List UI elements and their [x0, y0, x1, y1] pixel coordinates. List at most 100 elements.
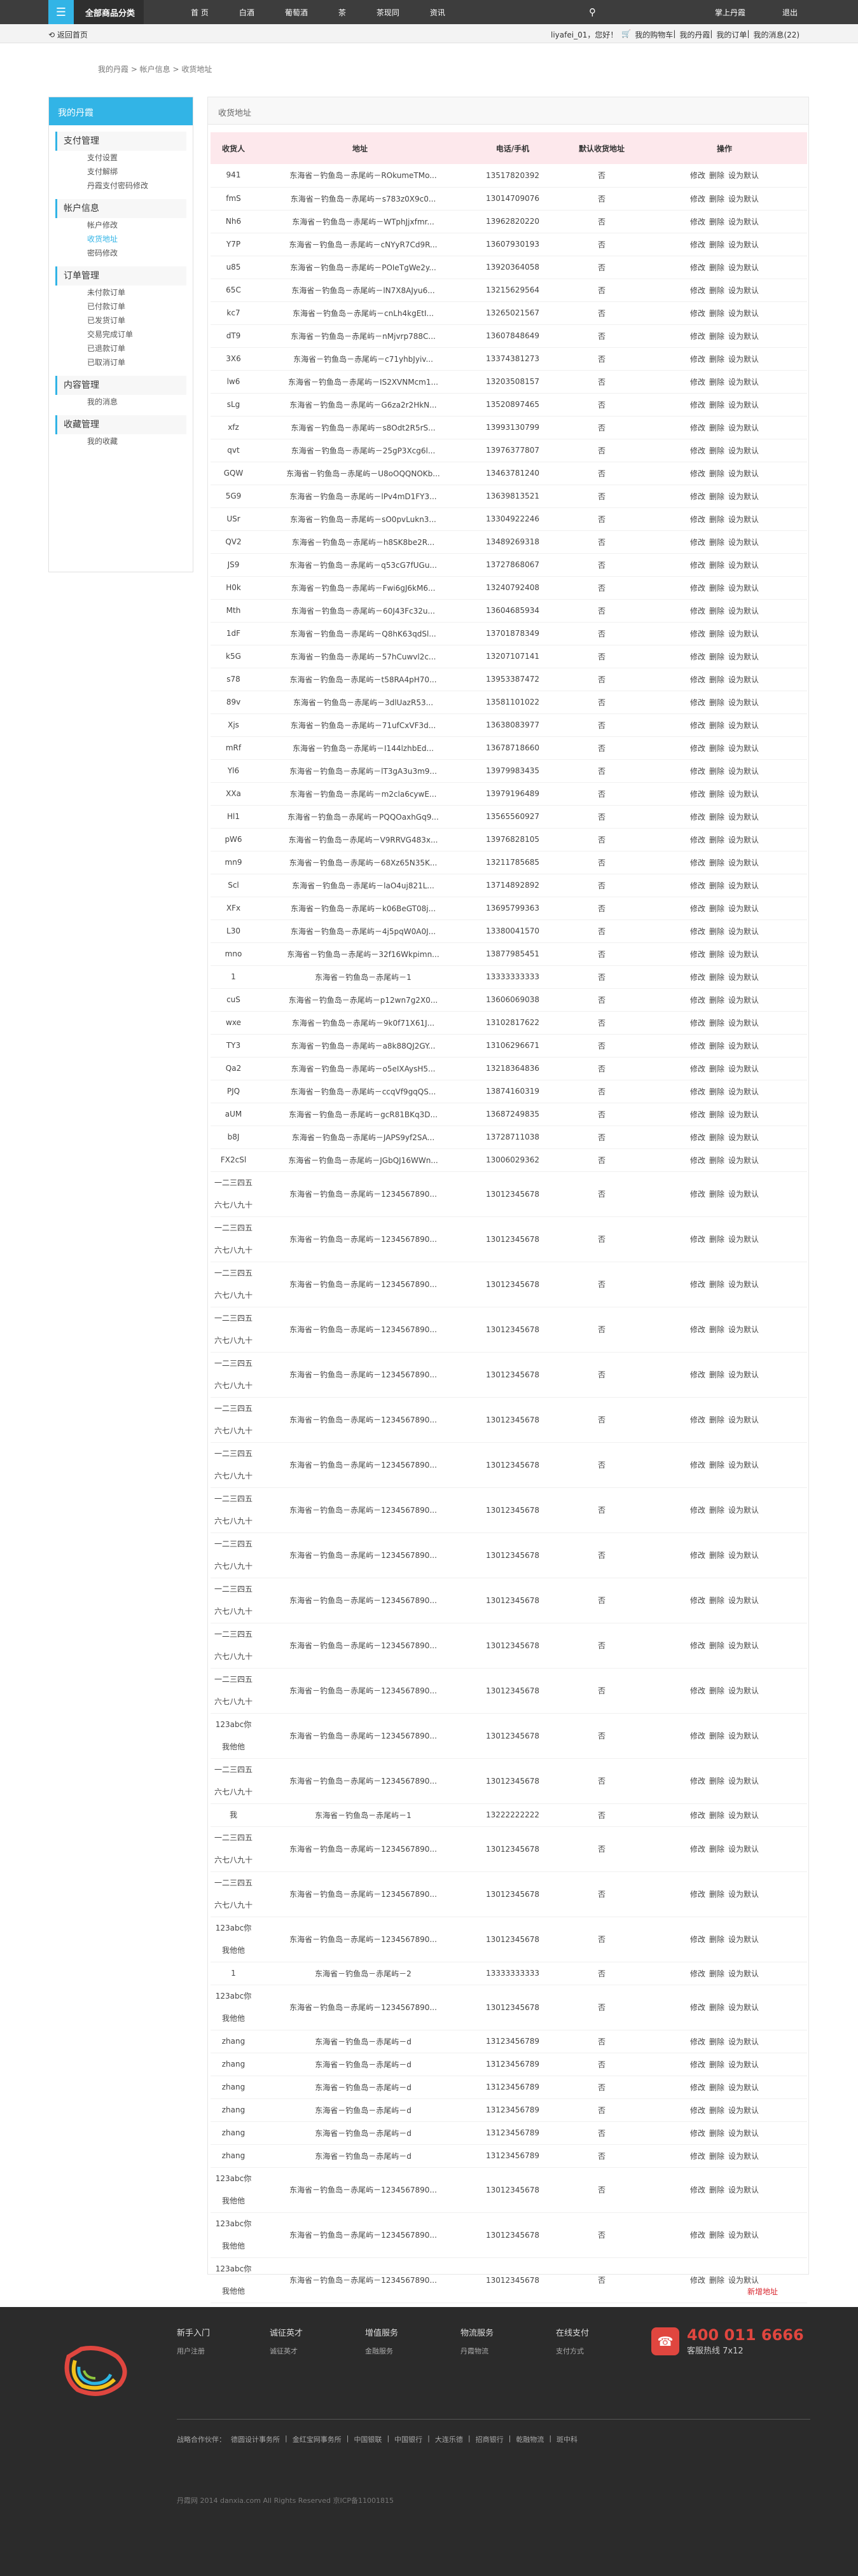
sidebar-item[interactable]: 我的消息 — [55, 395, 186, 409]
set-default-link[interactable]: 设为默认 — [728, 1596, 759, 1605]
search-icon[interactable]: ⚲ — [589, 6, 596, 18]
edit-link[interactable]: 修改 — [690, 1110, 705, 1119]
delete-link[interactable]: 删除 — [709, 286, 724, 295]
set-default-link[interactable]: 设为默认 — [728, 1190, 759, 1199]
delete-link[interactable]: 删除 — [709, 2231, 724, 2240]
edit-link[interactable]: 修改 — [690, 2186, 705, 2194]
partner-link[interactable]: 大连乐德 — [435, 2434, 463, 2444]
partner-link[interactable]: 乾融物流 — [516, 2434, 544, 2444]
delete-link[interactable]: 删除 — [709, 1042, 724, 1050]
nav-wine[interactable]: 葡萄酒 — [285, 7, 308, 18]
set-default-link[interactable]: 设为默认 — [728, 469, 759, 478]
sidebar-item[interactable]: 我的收藏 — [55, 434, 186, 448]
delete-link[interactable]: 删除 — [709, 1551, 724, 1560]
edit-link[interactable]: 修改 — [690, 1370, 705, 1379]
set-default-link[interactable]: 设为默认 — [728, 332, 759, 341]
my-orders-link[interactable]: 我的订单 — [716, 29, 747, 40]
set-default-link[interactable]: 设为默认 — [728, 996, 759, 1005]
my-messages-link[interactable]: 我的消息(22) — [753, 29, 799, 40]
delete-link[interactable]: 删除 — [709, 1133, 724, 1142]
delete-link[interactable]: 删除 — [709, 378, 724, 387]
edit-link[interactable]: 修改 — [690, 2231, 705, 2240]
set-default-link[interactable]: 设为默认 — [728, 1064, 759, 1073]
back-home-link[interactable]: ⟲ 返回首页 — [48, 29, 88, 40]
delete-link[interactable]: 删除 — [709, 1190, 724, 1199]
delete-link[interactable]: 删除 — [709, 492, 724, 501]
edit-link[interactable]: 修改 — [690, 446, 705, 455]
edit-link[interactable]: 修改 — [690, 1686, 705, 1695]
set-default-link[interactable]: 设为默认 — [728, 2060, 759, 2069]
delete-link[interactable]: 删除 — [709, 790, 724, 799]
sidebar-item[interactable]: 支付设置 — [55, 151, 186, 165]
edit-link[interactable]: 修改 — [690, 515, 705, 524]
delete-link[interactable]: 删除 — [709, 2060, 724, 2069]
set-default-link[interactable]: 设为默认 — [728, 744, 759, 753]
set-default-link[interactable]: 设为默认 — [728, 1461, 759, 1470]
edit-link[interactable]: 修改 — [690, 2152, 705, 2161]
edit-link[interactable]: 修改 — [690, 1133, 705, 1142]
sidebar-item[interactable]: 收货地址 — [55, 232, 186, 246]
footer-link-logistics[interactable]: 丹霞物流 — [460, 2347, 488, 2355]
delete-link[interactable]: 删除 — [709, 2129, 724, 2138]
set-default-link[interactable]: 设为默认 — [728, 1969, 759, 1978]
nav-news[interactable]: 资讯 — [430, 7, 445, 18]
edit-link[interactable]: 修改 — [690, 1890, 705, 1899]
delete-link[interactable]: 删除 — [709, 2276, 724, 2285]
set-default-link[interactable]: 设为默认 — [728, 1325, 759, 1334]
edit-link[interactable]: 修改 — [690, 675, 705, 684]
set-default-link[interactable]: 设为默认 — [728, 950, 759, 959]
set-default-link[interactable]: 设为默认 — [728, 1845, 759, 1854]
set-default-link[interactable]: 设为默认 — [728, 1686, 759, 1695]
edit-link[interactable]: 修改 — [690, 1042, 705, 1050]
set-default-link[interactable]: 设为默认 — [728, 492, 759, 501]
set-default-link[interactable]: 设为默认 — [728, 2276, 759, 2285]
delete-link[interactable]: 删除 — [709, 1280, 724, 1289]
edit-link[interactable]: 修改 — [690, 927, 705, 936]
edit-link[interactable]: 修改 — [690, 1969, 705, 1978]
set-default-link[interactable]: 设为默认 — [728, 1042, 759, 1050]
edit-link[interactable]: 修改 — [690, 584, 705, 593]
set-default-link[interactable]: 设为默认 — [728, 790, 759, 799]
delete-link[interactable]: 删除 — [709, 309, 724, 318]
delete-link[interactable]: 删除 — [709, 2037, 724, 2046]
set-default-link[interactable]: 设为默认 — [728, 881, 759, 890]
delete-link[interactable]: 删除 — [709, 2152, 724, 2161]
delete-link[interactable]: 删除 — [709, 698, 724, 707]
delete-link[interactable]: 删除 — [709, 1845, 724, 1854]
edit-link[interactable]: 修改 — [690, 858, 705, 867]
edit-link[interactable]: 修改 — [690, 698, 705, 707]
delete-link[interactable]: 删除 — [709, 424, 724, 432]
set-default-link[interactable]: 设为默认 — [728, 561, 759, 570]
set-default-link[interactable]: 设为默认 — [728, 1641, 759, 1650]
edit-link[interactable]: 修改 — [690, 652, 705, 661]
edit-link[interactable]: 修改 — [690, 2106, 705, 2115]
partner-link[interactable]: 金红宝网事务所 — [293, 2434, 342, 2444]
edit-link[interactable]: 修改 — [690, 1190, 705, 1199]
sidebar-item[interactable]: 未付款订单 — [55, 286, 186, 300]
delete-link[interactable]: 删除 — [709, 813, 724, 822]
partner-link[interactable]: 德圆设计事务所 — [231, 2434, 280, 2444]
set-default-link[interactable]: 设为默认 — [728, 515, 759, 524]
delete-link[interactable]: 删除 — [709, 446, 724, 455]
edit-link[interactable]: 修改 — [690, 836, 705, 844]
set-default-link[interactable]: 设为默认 — [728, 217, 759, 226]
edit-link[interactable]: 修改 — [690, 1596, 705, 1605]
edit-link[interactable]: 修改 — [690, 1087, 705, 1096]
delete-link[interactable]: 删除 — [709, 1019, 724, 1028]
edit-link[interactable]: 修改 — [690, 767, 705, 776]
delete-link[interactable]: 删除 — [709, 217, 724, 226]
set-default-link[interactable]: 设为默认 — [728, 1890, 759, 1899]
edit-link[interactable]: 修改 — [690, 630, 705, 638]
set-default-link[interactable]: 设为默认 — [728, 1935, 759, 1944]
sidebar-item[interactable]: 支付解绑 — [55, 165, 186, 179]
edit-link[interactable]: 修改 — [690, 1325, 705, 1334]
edit-link[interactable]: 修改 — [690, 1461, 705, 1470]
edit-link[interactable]: 修改 — [690, 538, 705, 547]
edit-link[interactable]: 修改 — [690, 1280, 705, 1289]
delete-link[interactable]: 删除 — [709, 1064, 724, 1073]
delete-link[interactable]: 删除 — [709, 171, 724, 180]
nav-tea[interactable]: 茶 — [338, 7, 346, 18]
delete-link[interactable]: 删除 — [709, 652, 724, 661]
footer-link-payment[interactable]: 支付方式 — [556, 2347, 584, 2355]
edit-link[interactable]: 修改 — [690, 195, 705, 203]
